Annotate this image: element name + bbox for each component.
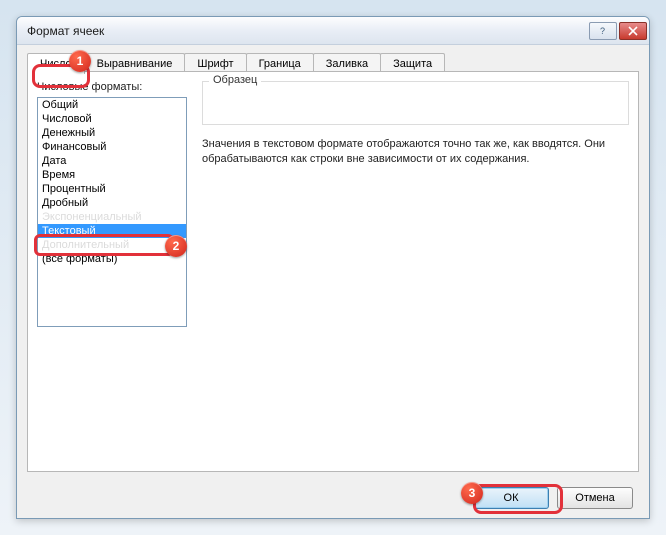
- ok-button[interactable]: ОК: [473, 487, 549, 509]
- category-column: Числовые форматы: Общий Числовой Денежны…: [37, 81, 187, 327]
- list-item[interactable]: Денежный: [38, 126, 186, 140]
- tabstrip: Число Выравнивание Шрифт Граница Заливка…: [17, 45, 649, 74]
- tab-label: Заливка: [326, 58, 368, 70]
- annotation-badge-3: 3: [461, 482, 483, 504]
- tab-label: Выравнивание: [97, 58, 173, 70]
- tab-content: Числовые форматы: Общий Числовой Денежны…: [27, 71, 639, 472]
- list-item[interactable]: Общий: [38, 98, 186, 112]
- tab-label: Граница: [259, 58, 301, 70]
- sample-label: Образец: [209, 74, 261, 86]
- details-column: Образец Значения в текстовом формате ото…: [202, 81, 629, 167]
- annotation-badge-2: 2: [165, 235, 187, 257]
- format-cells-dialog: Формат ячеек ? Число Выравнивание Шрифт …: [16, 16, 650, 519]
- list-item[interactable]: (все форматы): [38, 252, 186, 266]
- list-item[interactable]: Дробный: [38, 196, 186, 210]
- close-button[interactable]: [619, 22, 647, 40]
- list-item[interactable]: Экспоненциальный: [38, 210, 186, 224]
- titlebar: Формат ячеек ?: [17, 17, 649, 45]
- annotation-badge-1: 1: [69, 50, 91, 72]
- tab-label: Шрифт: [197, 58, 233, 70]
- sample-group: Образец: [202, 81, 629, 125]
- tab-label: Защита: [393, 58, 432, 70]
- list-item[interactable]: Финансовый: [38, 140, 186, 154]
- tab-label: Число: [40, 58, 72, 70]
- list-item[interactable]: Дополнительный: [38, 238, 186, 252]
- list-item-selected[interactable]: Текстовый: [38, 224, 186, 238]
- svg-text:?: ?: [600, 26, 605, 36]
- dialog-footer: ОК Отмена: [17, 478, 649, 518]
- list-item[interactable]: Процентный: [38, 182, 186, 196]
- list-item[interactable]: Время: [38, 168, 186, 182]
- format-description: Значения в текстовом формате отображаютс…: [202, 137, 629, 167]
- help-button[interactable]: ?: [589, 22, 617, 40]
- list-item[interactable]: Числовой: [38, 112, 186, 126]
- window-title: Формат ячеек: [27, 24, 587, 38]
- cancel-button[interactable]: Отмена: [557, 487, 633, 509]
- category-label: Числовые форматы:: [37, 81, 187, 93]
- close-icon: [628, 26, 638, 36]
- category-listbox[interactable]: Общий Числовой Денежный Финансовый Дата …: [37, 97, 187, 327]
- help-icon: ?: [598, 26, 608, 36]
- list-item[interactable]: Дата: [38, 154, 186, 168]
